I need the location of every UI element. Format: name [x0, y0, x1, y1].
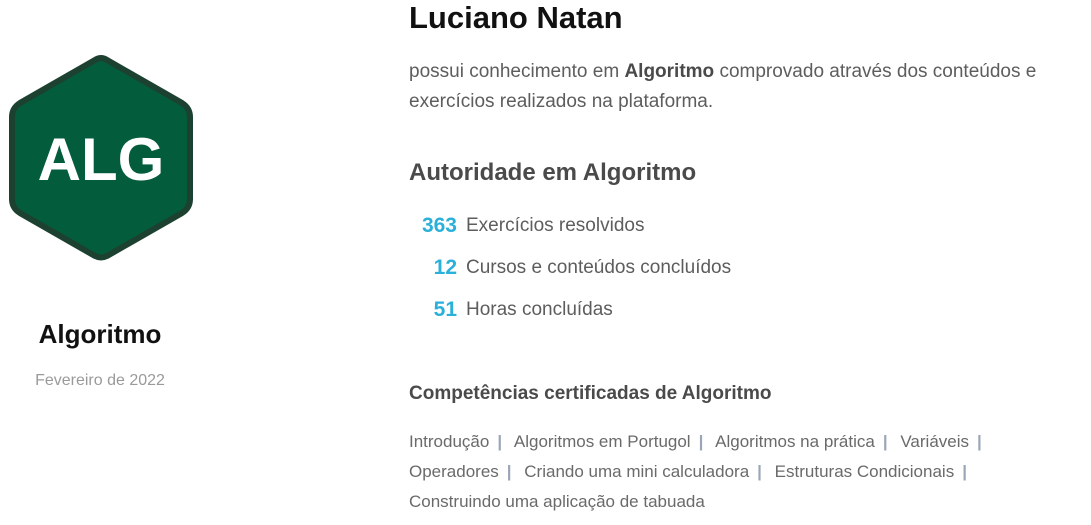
- competency-item: Operadores: [409, 462, 499, 481]
- competency-separator: |: [757, 462, 762, 481]
- person-name: Luciano Natan: [409, 0, 623, 35]
- competencies-list: Introdução | Algoritmos em Portugol | Algo…: [409, 427, 1079, 517]
- certificate-description: possui conhecimento em Algoritmo comprov…: [409, 57, 1059, 117]
- competency-item: Criando uma mini calculadora: [524, 462, 750, 481]
- stat-label: Exercícios resolvidos: [466, 215, 645, 236]
- competency-item: Variáveis: [900, 432, 969, 451]
- description-subject: Algoritmo: [624, 61, 715, 82]
- competency-item: Estruturas Condicionais: [774, 462, 955, 481]
- competency-item: Algoritmos na prática: [715, 432, 875, 451]
- competency-separator: |: [506, 462, 512, 481]
- competencies-title: Competências certificadas de Algoritmo: [409, 383, 772, 404]
- competency-separator: |: [977, 432, 982, 451]
- stat-value: 12: [433, 256, 457, 279]
- competency-separator: |: [497, 432, 503, 451]
- stat-value: 363: [421, 214, 457, 237]
- competency-item: Construindo uma aplicação de tabuada: [409, 492, 705, 511]
- stat-label: Cursos e conteúdos concluídos: [466, 257, 732, 278]
- subject-name: Algoritmo: [38, 319, 162, 349]
- competency-separator: |: [882, 432, 888, 451]
- stat-label: Horas concluídas: [466, 299, 613, 320]
- competency-item: Algoritmos em Portugol: [513, 432, 691, 451]
- badge-abbreviation: ALG: [38, 126, 165, 193]
- hexagon-badge-icon: ALG: [9, 54, 193, 261]
- competency-separator: |: [698, 432, 704, 451]
- authority-title: Autoridade em Algoritmo: [409, 159, 697, 186]
- stat-value: 51: [433, 298, 457, 321]
- subject-badge: ALG: [6, 52, 196, 264]
- competency-separator: |: [962, 462, 967, 481]
- certification-date: Fevereiro de 2022: [35, 372, 165, 389]
- competency-item: Introdução: [409, 432, 490, 451]
- description-prefix: possui conhecimento em: [409, 61, 625, 82]
